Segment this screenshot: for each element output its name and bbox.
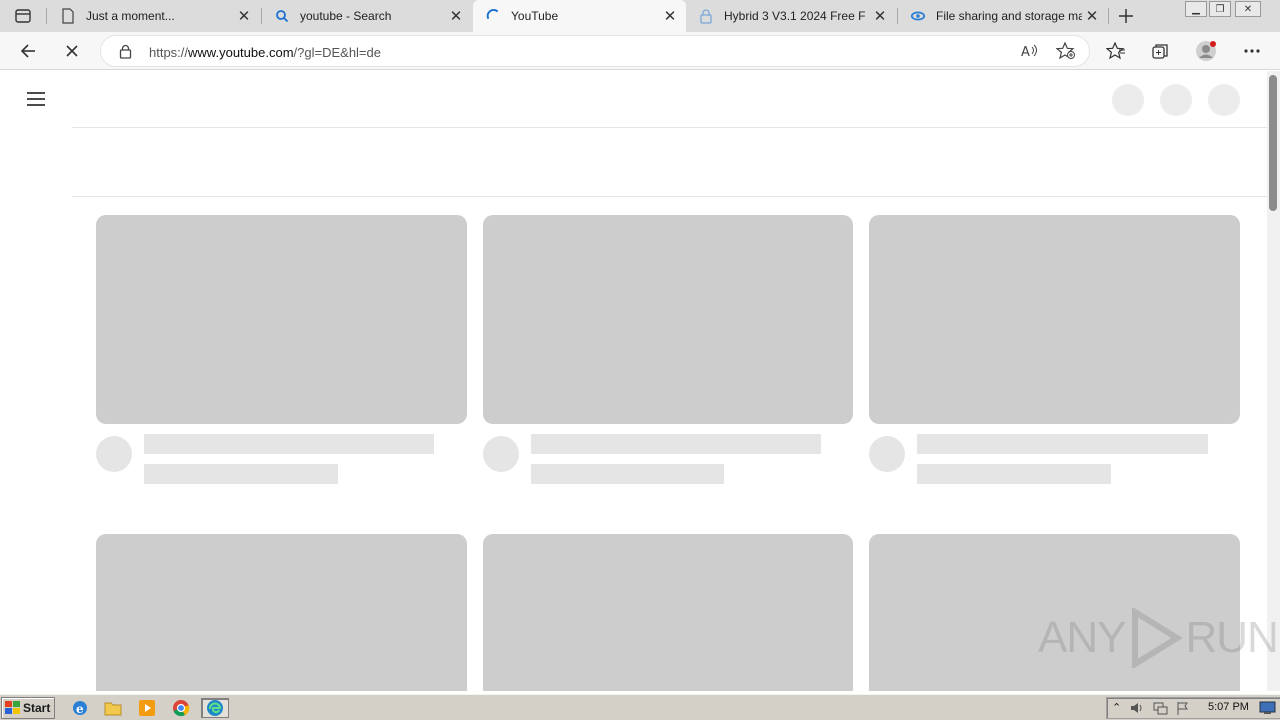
- page-icon: [60, 8, 76, 24]
- start-button[interactable]: Start: [1, 697, 55, 719]
- header-skeleton-avatar: [1208, 84, 1240, 116]
- favorites-icon: [1106, 42, 1125, 60]
- read-aloud-icon[interactable]: A: [1021, 43, 1039, 62]
- back-button[interactable]: [14, 37, 42, 65]
- folder-icon[interactable]: [102, 698, 124, 718]
- tab-strip: Just a moment... ✕ youtube - Search ✕ Yo…: [0, 0, 1280, 32]
- search-icon: [274, 8, 290, 24]
- minimize-button[interactable]: ▁: [1185, 1, 1207, 17]
- add-favorite-icon[interactable]: [1055, 41, 1076, 63]
- header-divider: [72, 127, 1267, 128]
- swirl-icon: [910, 8, 926, 24]
- tab-title: File sharing and storage ma: [936, 9, 1082, 23]
- channel-avatar-skeleton: [96, 436, 132, 472]
- tab-youtube-search[interactable]: youtube - Search ✕: [262, 0, 472, 32]
- video-title-skeleton: [531, 434, 821, 454]
- watermark-text-right: RUN: [1185, 613, 1278, 662]
- video-meta-skeleton: [917, 464, 1111, 484]
- volume-icon[interactable]: [1129, 700, 1145, 719]
- restore-button[interactable]: ❐: [1209, 1, 1231, 17]
- loading-spinner-icon: [485, 8, 501, 24]
- collections-icon: [1152, 44, 1168, 59]
- tab-file-sharing[interactable]: File sharing and storage ma ✕: [898, 0, 1108, 32]
- start-label: Start: [23, 701, 51, 715]
- play-logo-icon: [1132, 608, 1184, 668]
- video-title-skeleton: [917, 434, 1208, 454]
- new-tab-icon[interactable]: [1116, 6, 1136, 26]
- video-meta-skeleton: [144, 464, 338, 484]
- show-hidden-icons-icon[interactable]: ⌃: [1112, 701, 1121, 714]
- svg-text:e: e: [76, 702, 84, 716]
- svg-text:A: A: [1021, 45, 1030, 59]
- channel-avatar-skeleton: [869, 436, 905, 472]
- tab-title: Hybrid 3 V3.1 2024 Free Full: [724, 9, 866, 23]
- lock-page-icon: [698, 8, 714, 24]
- close-icon[interactable]: ✕: [662, 8, 678, 25]
- profile-button[interactable]: [1192, 37, 1220, 65]
- media-player-icon[interactable]: [136, 698, 158, 718]
- tab-title: youtube - Search: [300, 9, 392, 23]
- url-scheme: https://: [149, 45, 189, 60]
- stop-loading-button[interactable]: [58, 37, 86, 65]
- video-meta-skeleton: [531, 464, 724, 484]
- lock-icon[interactable]: [119, 44, 132, 62]
- windows-taskbar: Start e ⌃ 5:07 PM: [0, 694, 1280, 720]
- tab-title: YouTube: [511, 9, 559, 23]
- video-thumbnail-skeleton: [483, 534, 853, 691]
- channel-avatar-skeleton: [483, 436, 519, 472]
- tab-hybrid[interactable]: Hybrid 3 V3.1 2024 Free Full ✕: [686, 0, 896, 32]
- tab-separator: [46, 8, 47, 24]
- action-center-flag-icon[interactable]: [1175, 700, 1191, 719]
- video-thumbnail-skeleton: [869, 215, 1240, 424]
- more-dots-icon: [1244, 49, 1260, 53]
- ie-icon[interactable]: e: [69, 698, 91, 718]
- browser-toolbar: https://www.youtube.com/?gl=DE&hl=de A: [0, 32, 1280, 70]
- scrollbar-thumb[interactable]: [1269, 75, 1277, 211]
- page-scrollbar[interactable]: [1267, 71, 1280, 691]
- menu-icon[interactable]: [26, 91, 46, 107]
- taskbar-clock[interactable]: 5:07 PM: [1208, 701, 1249, 713]
- url-host: www.youtube.com: [188, 45, 294, 60]
- url-path: /?gl=DE&hl=de: [293, 45, 381, 60]
- watermark-text-left: ANY: [1038, 613, 1126, 662]
- edge-icon: [207, 700, 223, 716]
- windows-logo-icon: [5, 701, 20, 714]
- close-icon[interactable]: ✕: [448, 8, 464, 25]
- close-icon[interactable]: ✕: [1084, 8, 1100, 25]
- edge-taskbar-button[interactable]: [201, 698, 229, 718]
- collections-button[interactable]: [1146, 37, 1174, 65]
- tab-actions-icon[interactable]: [14, 7, 32, 25]
- tab-youtube[interactable]: YouTube ✕: [473, 0, 686, 32]
- close-icon[interactable]: ✕: [872, 8, 888, 25]
- stop-icon: [66, 45, 78, 57]
- youtube-page: [0, 71, 1267, 691]
- anyrun-watermark: ANY RUN: [1038, 608, 1279, 668]
- close-icon[interactable]: ✕: [236, 8, 252, 25]
- close-window-button[interactable]: ✕: [1235, 1, 1261, 17]
- show-desktop-icon[interactable]: [1259, 701, 1277, 718]
- url-text[interactable]: https://www.youtube.com/?gl=DE&hl=de: [149, 45, 381, 60]
- video-thumbnail-skeleton: [96, 215, 467, 424]
- video-thumbnail-skeleton: [483, 215, 853, 424]
- avatar-icon: [1196, 41, 1216, 61]
- chips-divider: [72, 196, 1267, 197]
- address-bar[interactable]: https://www.youtube.com/?gl=DE&hl=de A: [100, 35, 1090, 67]
- tab-separator: [1108, 8, 1109, 24]
- video-thumbnail-skeleton: [96, 534, 467, 691]
- header-skeleton-button: [1112, 84, 1144, 116]
- network-icon[interactable]: [1152, 700, 1168, 719]
- header-skeleton-button: [1160, 84, 1192, 116]
- tab-title: Just a moment...: [86, 9, 175, 23]
- settings-more-button[interactable]: [1238, 37, 1266, 65]
- back-arrow-icon: [20, 44, 35, 58]
- video-title-skeleton: [144, 434, 434, 454]
- system-tray: ⌃: [1106, 697, 1280, 719]
- chrome-icon[interactable]: [170, 698, 192, 718]
- favorites-button[interactable]: [1102, 37, 1130, 65]
- tab-just-a-moment[interactable]: Just a moment... ✕: [48, 0, 260, 32]
